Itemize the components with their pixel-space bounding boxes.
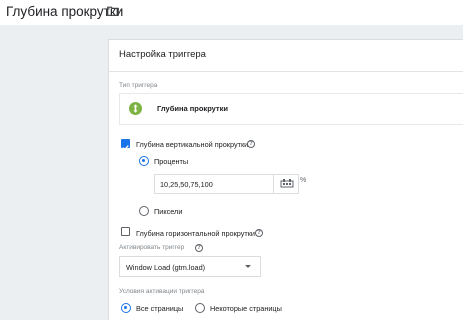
scroll-percent-value: 10,25,50,75,100 <box>160 180 213 189</box>
trigger-type-label: Тип триггера <box>119 82 158 89</box>
trigger-type-name: Глубина прокрутки <box>157 104 228 113</box>
chevron-down-icon <box>245 265 251 268</box>
card-header: Настройка триггера <box>109 40 463 72</box>
variable-picker-button[interactable] <box>273 174 299 194</box>
horizontal-scroll-checkbox[interactable] <box>121 227 130 236</box>
help-icon[interactable]: ? <box>255 229 263 237</box>
help-icon[interactable]: ? <box>247 140 255 148</box>
percent-radio[interactable] <box>139 156 149 166</box>
scroll-depth-icon <box>129 102 142 115</box>
vertical-scroll-label: Глубина вертикальной прокрутки <box>136 140 249 149</box>
percent-suffix: % <box>300 177 307 184</box>
all-pages-radio[interactable] <box>121 303 131 313</box>
trigger-config-card: Настройка триггера Тип триггера Глубина … <box>108 39 463 320</box>
pixels-radio[interactable] <box>139 206 149 216</box>
some-pages-radio[interactable] <box>195 303 205 313</box>
activation-conditions-label: Условия активации триггера <box>119 288 205 295</box>
top-bar: Глубина прокрутки <box>0 0 463 25</box>
pixels-radio-label: Пиксели <box>154 207 183 216</box>
variable-icon <box>280 179 294 188</box>
fire-on-label: Активировать триггер <box>119 244 185 251</box>
trigger-name-title[interactable]: Глубина прокрутки <box>6 4 123 19</box>
card-title: Настройка триггера <box>119 49 206 60</box>
help-icon[interactable]: ? <box>195 244 203 252</box>
all-pages-label: Все страницы <box>136 304 184 313</box>
horizontal-scroll-label: Глубина горизонтальной прокрутки <box>136 229 256 238</box>
check-icon <box>122 145 129 151</box>
fire-on-value: Window Load (gtm.load) <box>126 263 206 272</box>
some-pages-label: Некоторые страницы <box>210 304 282 313</box>
folder-icon[interactable] <box>107 6 119 16</box>
vertical-scroll-checkbox[interactable] <box>121 139 130 151</box>
percent-radio-label: Проценты <box>154 157 189 166</box>
